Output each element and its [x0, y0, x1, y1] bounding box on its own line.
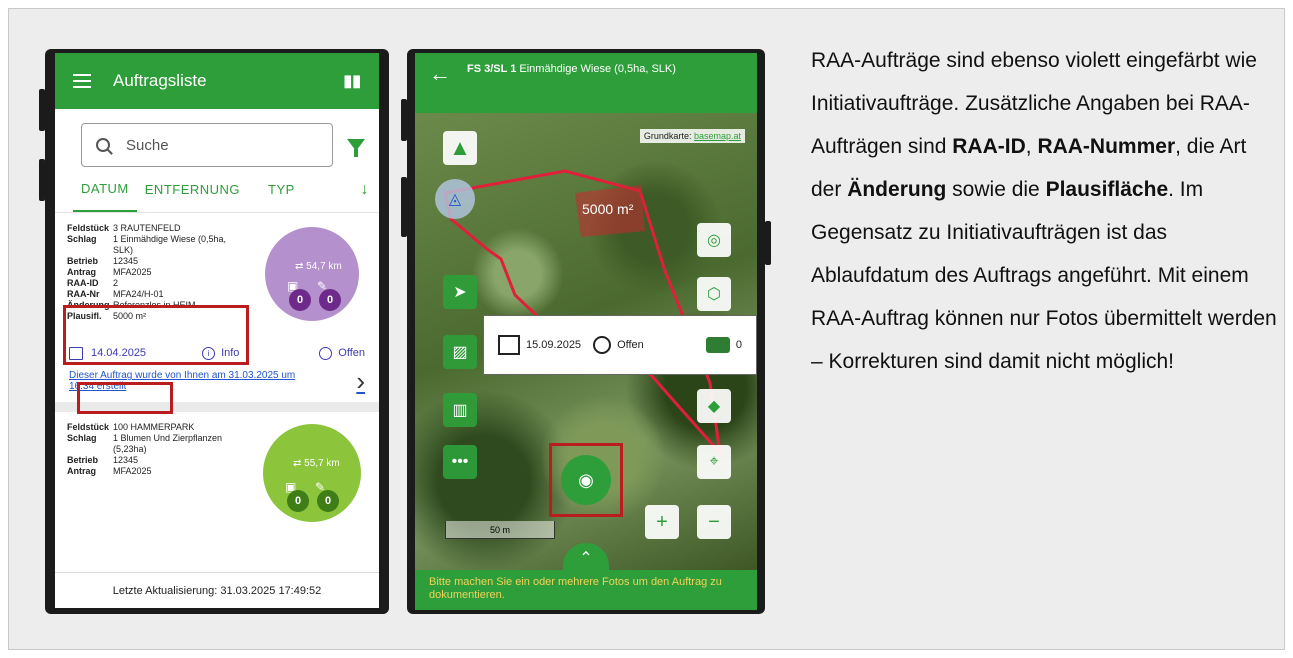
- zoom-in-button[interactable]: +: [645, 505, 679, 539]
- map-top-bar: ← FS 3/SL 1 Einmähdige Wiese (0,5ha, SLK…: [415, 53, 757, 113]
- send-icon[interactable]: ➤: [443, 275, 477, 309]
- folder-icon: [705, 337, 730, 353]
- field-value: MFA2025: [113, 267, 152, 277]
- map-icon[interactable]: ▮▮: [343, 71, 361, 91]
- highlight-box-raa-fields: [63, 305, 249, 365]
- popup-status: Offen: [617, 339, 644, 351]
- order-info-popup[interactable]: 15.09.2025 Offen 0: [483, 315, 757, 375]
- search-row: Suche: [55, 109, 379, 167]
- list-screen: Auftragsliste ▮▮ Suche DATUM ENTFERNUNG …: [55, 53, 379, 608]
- gallery-icon[interactable]: ▨: [443, 335, 477, 369]
- clock-icon: [319, 346, 333, 360]
- field-label: Antrag: [67, 267, 96, 277]
- edit-count-badge: 0: [319, 289, 341, 311]
- figure-frame: Auftragsliste ▮▮ Suche DATUM ENTFERNUNG …: [8, 8, 1285, 650]
- navigation-arrow-icon[interactable]: ▲: [443, 131, 477, 165]
- phone-list: Auftragsliste ▮▮ Suche DATUM ENTFERNUNG …: [45, 49, 389, 614]
- field-value: 12345: [113, 256, 139, 266]
- field-value: MFA2025: [113, 466, 152, 476]
- field-value: MFA24/H-01: [113, 289, 164, 299]
- gps-location-icon[interactable]: ◬: [435, 179, 475, 219]
- photo-count-badge: 0: [289, 289, 311, 311]
- photo-count-badge: 0: [287, 490, 309, 512]
- desc-text: ,: [1025, 135, 1038, 158]
- calendar-icon: [498, 335, 520, 355]
- target-icon[interactable]: ◎: [697, 223, 731, 257]
- map-scale-bar: 50 m: [445, 521, 555, 539]
- highlight-box-date: [77, 382, 173, 414]
- field-value: 2: [113, 278, 119, 288]
- field-label: Betrieb: [67, 455, 99, 465]
- field-label: Feldstück: [67, 422, 110, 432]
- field-label: Schlag: [67, 234, 97, 244]
- layers-icon[interactable]: ◆: [697, 389, 731, 423]
- distance-label: 54,7 km: [295, 261, 342, 272]
- field-label: Feldstück: [67, 223, 110, 233]
- field-label: RAA-ID: [67, 278, 99, 288]
- edit-count-badge: 0: [317, 490, 339, 512]
- order-card-initiative[interactable]: Feldstück 100 HAMMERPARK Schlag 1 Blumen U…: [55, 412, 379, 522]
- instruction-message: Bitte machen Sie ein oder mehrere Fotos …: [415, 570, 757, 610]
- tab-typ[interactable]: TYP: [260, 168, 303, 211]
- popup-count: 0: [735, 339, 742, 351]
- filter-icon[interactable]: [347, 139, 365, 157]
- desc-bold: Änderung: [847, 178, 947, 201]
- field-label: RAA-Nr: [67, 289, 100, 299]
- field-label: Betrieb: [67, 256, 99, 266]
- phone-side-button: [765, 221, 771, 265]
- area-label: 5000 m²: [582, 201, 634, 217]
- desc-text: . Im Gegensatz zu Initiativaufträgen ist…: [811, 178, 1277, 373]
- screen-title: Auftragsliste: [113, 71, 207, 90]
- clock-icon: [593, 336, 612, 354]
- map-screen: ← FS 3/SL 1 Einmähdige Wiese (0,5ha, SLK…: [415, 53, 757, 610]
- map-title-text: Einmähdige Wiese (0,5ha, SLK): [516, 63, 676, 75]
- field-value: 1 Blumen Und Zierpflanzen (5,23ha): [113, 433, 223, 454]
- phone-map: ← FS 3/SL 1 Einmähdige Wiese (0,5ha, SLK…: [407, 49, 765, 614]
- status-label: Offen: [338, 347, 365, 359]
- field-value: 100 HAMMERPARK: [113, 422, 195, 432]
- sort-tabs: DATUM ENTFERNUNG TYP ↓: [55, 167, 379, 213]
- chart-icon[interactable]: ▥: [443, 393, 477, 427]
- order-status-circle-green: 55,7 km ▣ ✎ 0 0: [263, 424, 361, 522]
- description-text: RAA-Aufträge sind ebenso violett eingefä…: [811, 39, 1281, 383]
- field-value: 12345: [113, 455, 139, 465]
- field-value: 1 Einmähdige Wiese (0,5ha, SLK): [113, 234, 227, 255]
- tab-datum[interactable]: DATUM: [73, 167, 137, 212]
- crosshair-icon[interactable]: ⌖: [697, 445, 731, 479]
- tab-entfernung[interactable]: ENTFERNUNG: [137, 168, 248, 211]
- order-card-raa[interactable]: Feldstück 3 RAUTENFELD Schlag 1 Einmähdige…: [55, 213, 379, 365]
- zoom-out-button[interactable]: −: [697, 505, 731, 539]
- search-icon: [96, 138, 110, 152]
- desc-text: sowie die: [946, 178, 1046, 201]
- field-label: Schlag: [67, 433, 97, 443]
- map-title: FS 3/SL 1 Einmähdige Wiese (0,5ha, SLK): [467, 63, 676, 76]
- desc-bold: RAA-ID: [952, 135, 1026, 158]
- highlight-box-camera: [549, 443, 623, 517]
- top-app-bar: Auftragsliste ▮▮: [55, 53, 379, 109]
- search-input[interactable]: Suche: [81, 123, 333, 167]
- cube-icon[interactable]: ⬡: [697, 277, 731, 311]
- field-label: Antrag: [67, 466, 96, 476]
- field-value: 3 RAUTENFELD: [113, 223, 181, 233]
- basemap-label: Grundkarte:: [643, 131, 692, 141]
- back-arrow-icon[interactable]: ←: [429, 63, 451, 85]
- last-update-footer: Letzte Aktualisierung: 31.03.2025 17:49:…: [55, 572, 379, 608]
- chevron-right-icon[interactable]: ›: [356, 368, 365, 394]
- order-status-circle-violet: 54,7 km ▣ ✎ 0 0: [265, 227, 359, 321]
- basemap-link[interactable]: basemap.at: [694, 131, 741, 141]
- map-title-id: FS 3/SL 1: [467, 63, 517, 75]
- basemap-attribution: Grundkarte: basemap.at: [639, 129, 745, 143]
- sort-direction-icon[interactable]: ↓: [361, 181, 370, 199]
- desc-bold: RAA-Nummer: [1037, 135, 1176, 158]
- hamburger-menu-icon[interactable]: [73, 74, 91, 88]
- desc-bold: Plausifläche: [1045, 178, 1169, 201]
- more-options-icon[interactable]: •••: [443, 445, 477, 479]
- search-placeholder: Suche: [126, 136, 169, 154]
- popup-date: 15.09.2025: [526, 339, 582, 351]
- distance-label: 55,7 km: [293, 458, 340, 469]
